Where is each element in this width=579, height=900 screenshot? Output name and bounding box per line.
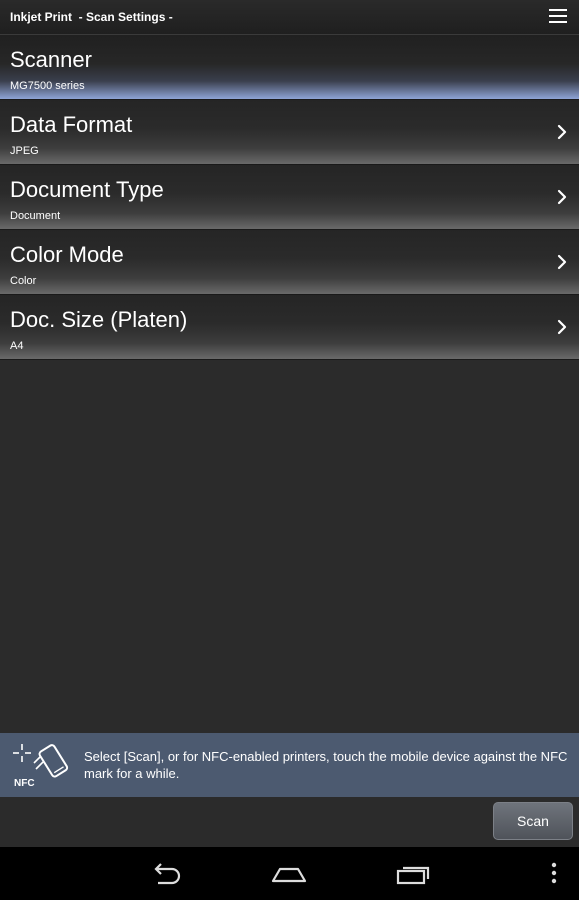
settings-list: Scanner MG7500 series Data Format JPEG D… xyxy=(0,35,579,360)
back-icon[interactable] xyxy=(146,859,186,887)
setting-label: Scanner xyxy=(10,47,92,72)
chevron-right-icon xyxy=(557,254,567,270)
nfc-icon-label: NFC xyxy=(14,778,35,789)
chevron-right-icon xyxy=(557,189,567,205)
setting-row-doc-size[interactable]: Doc. Size (Platen) A4 xyxy=(0,295,579,360)
action-bar: Inkjet Print - Scan Settings - xyxy=(0,0,579,35)
setting-value: JPEG xyxy=(10,145,39,157)
app-title: Inkjet Print - Scan Settings - xyxy=(10,10,173,24)
chevron-right-icon xyxy=(557,319,567,335)
scan-settings-screen: Inkjet Print - Scan Settings - Scanner M… xyxy=(0,0,579,900)
setting-row-data-format[interactable]: Data Format JPEG xyxy=(0,100,579,165)
home-icon[interactable] xyxy=(269,859,309,887)
setting-label: Doc. Size (Platen) xyxy=(10,307,188,332)
setting-label: Color Mode xyxy=(10,242,124,267)
nfc-hint-bar: NFC Select [Scan], or for NFC-enabled pr… xyxy=(0,733,579,797)
overflow-menu-icon[interactable] xyxy=(549,9,567,25)
setting-value: Color xyxy=(10,275,37,287)
setting-value: Document xyxy=(10,210,61,222)
chevron-right-icon xyxy=(557,124,567,140)
recent-apps-icon[interactable] xyxy=(394,859,434,887)
setting-label: Data Format xyxy=(10,112,133,137)
setting-value: MG7500 series xyxy=(10,80,85,92)
button-bar: Scan xyxy=(0,797,579,847)
setting-row-document-type[interactable]: Document Type Document xyxy=(0,165,579,230)
scan-button[interactable]: Scan xyxy=(493,802,573,840)
system-nav-bar xyxy=(0,847,579,900)
setting-row-scanner[interactable]: Scanner MG7500 series xyxy=(0,35,579,100)
setting-row-color-mode[interactable]: Color Mode Color xyxy=(0,230,579,295)
setting-value: A4 xyxy=(10,340,24,352)
nfc-instruction-text: Select [Scan], or for NFC-enabled printe… xyxy=(84,749,568,781)
setting-label: Document Type xyxy=(10,177,164,202)
nfc-label-text: NFC xyxy=(14,778,35,789)
more-vertical-icon[interactable] xyxy=(534,859,574,887)
